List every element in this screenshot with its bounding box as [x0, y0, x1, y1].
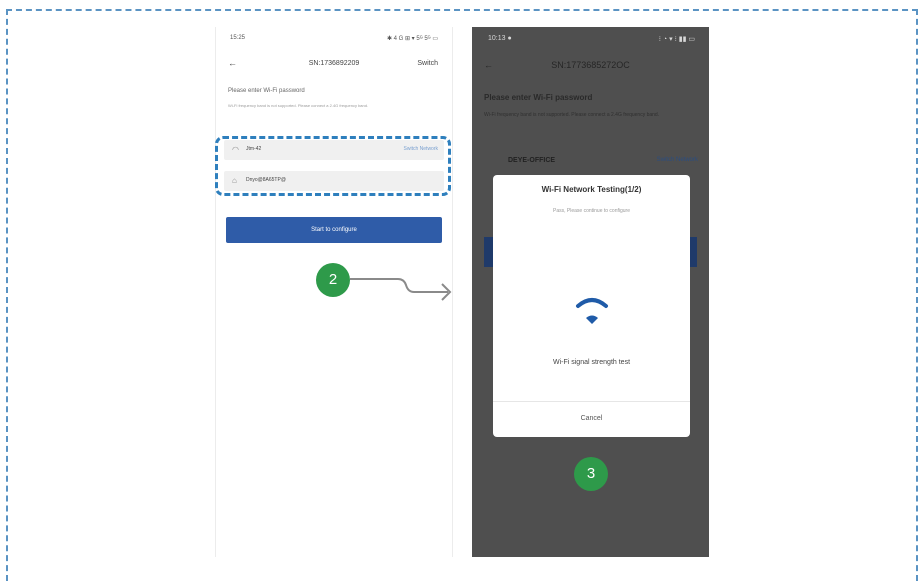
frequency-hint: Wi-Fi frequency band is not supported. P…: [484, 112, 660, 118]
switch-button[interactable]: Switch: [417, 60, 438, 67]
wifi-test-dialog: Wi-Fi Network Testing(1/2) Pass, Please …: [493, 175, 690, 437]
divider: [493, 401, 690, 402]
status-icons: ⁝ ◔ ▾ ⁝ ▮▮ ▭: [658, 36, 695, 43]
status-bar: 10:13 ● ⁝ ◔ ▾ ⁝ ▮▮ ▭: [472, 35, 709, 45]
status-time: 10:13 ●: [488, 35, 512, 42]
dialog-title: Wi-Fi Network Testing(1/2): [541, 185, 642, 194]
password-prompt: Please enter Wi-Fi password: [228, 88, 305, 94]
frequency-hint: Wi-Fi frequency band is not supported. P…: [228, 103, 369, 108]
figure-frame: [6, 9, 918, 581]
step-3-badge: 3: [574, 457, 608, 491]
wifi-icon: [576, 298, 608, 324]
status-icons: ✱ 4 G ⊞ ▾ 5ᴳ 5ᴳ ▭: [386, 36, 438, 42]
header: ← SN:1736892209 Switch: [216, 59, 452, 73]
device-serial-title: SN:1773685272OC: [551, 60, 630, 70]
status-bar: 15:25 ✱ 4 G ⊞ ▾ 5ᴳ 5ᴳ ▭: [216, 35, 452, 45]
password-prompt: Please enter Wi-Fi password: [484, 93, 593, 102]
test-status-text: Wi-Fi signal strength test: [552, 359, 631, 366]
step-2-badge: 2: [316, 263, 350, 297]
arrow-right-icon: [350, 278, 452, 301]
highlight-dashed-box: [215, 136, 451, 196]
switch-network-link[interactable]: Switch Network: [657, 157, 698, 163]
start-configure-button[interactable]: Start to configure: [226, 217, 442, 243]
status-time: 15:25: [230, 35, 246, 41]
network-name: DEYE-OFFICE: [508, 157, 556, 164]
network-row[interactable]: DEYE-OFFICE Switch Network: [486, 155, 698, 169]
dialog-subtitle: Pass, Please continue to configure: [553, 208, 630, 214]
cancel-button[interactable]: Cancel: [493, 415, 690, 422]
